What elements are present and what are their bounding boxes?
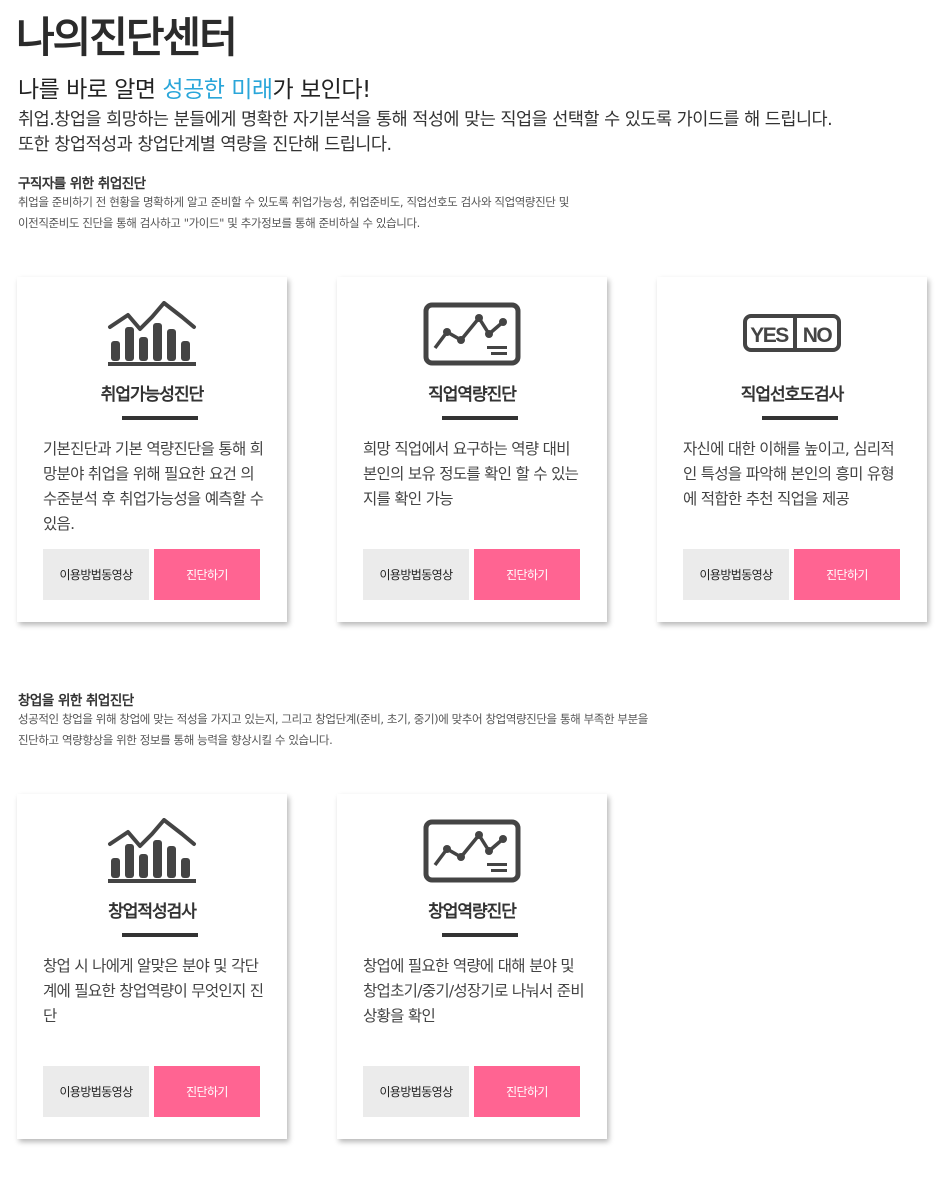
svg-text:NO: NO <box>803 324 833 347</box>
card-startup-aptitude: 창업적성검사 창업 시 나에게 알맞은 분야 및 각단계에 필요한 창업역량이 … <box>17 794 287 1139</box>
title-divider <box>442 416 518 420</box>
intro-line-1: 취업.창업을 희망하는 분들에게 명확한 자기분석을 통해 적성에 맞는 직업을… <box>18 110 833 130</box>
section-desc-line-2: 이전직준비도 진단을 통해 검사하고 "가이드" 및 추가정보를 통해 준비하실… <box>18 216 420 230</box>
card-job-preference: YES NO 직업선호도검사 자신에 대한 이해를 높이고, 심리적인 특성을 … <box>657 277 927 622</box>
card-description: 창업 시 나에게 알맞은 분야 및 각단계에 필요한 창업역량이 무엇인지 진 … <box>43 957 264 1025</box>
title-divider <box>442 933 518 937</box>
intro-text: 취업.창업을 희망하는 분들에게 명확한 자기분석을 통해 적성에 맞는 직업을… <box>18 108 833 158</box>
card-title: 창업역량진단 <box>428 902 517 922</box>
card-title: 취업가능성진단 <box>100 385 204 405</box>
line-chart-icon <box>337 816 607 886</box>
start-diagnosis-button[interactable]: 진단하기 <box>154 549 260 600</box>
usage-video-button[interactable]: 이용방법동영상 <box>43 1066 149 1117</box>
card-description: 기본진단과 기본 역량진단을 통해 희망분야 취업을 위해 필요한 요건 의수준… <box>43 440 264 533</box>
page-title: 나의진단센터 <box>16 13 238 62</box>
yes-no-icon: YES NO <box>657 299 927 369</box>
title-divider <box>762 416 838 420</box>
section-desc-line-1: 취업을 준비하기 전 현황을 명확하게 알고 준비할 수 있도록 취업가능성, … <box>18 195 569 209</box>
card-description: 희망 직업에서 요구하는 역량 대비 본인의 보유 정도를 확인 할 수 있는지… <box>363 440 579 508</box>
section-desc-job: 취업을 준비하기 전 현황을 명확하게 알고 준비할 수 있도록 취업가능성, … <box>18 192 569 234</box>
section-desc-line-2: 진단하고 역량향상을 위한 정보를 통해 능력을 향상시킬 수 있습니다. <box>18 733 333 747</box>
start-diagnosis-button[interactable]: 진단하기 <box>154 1066 260 1117</box>
card-description: 자신에 대한 이해를 높이고, 심리적인 특성을 파악해 본인의 흥미 유형에 … <box>683 440 895 508</box>
usage-video-button[interactable]: 이용방법동영상 <box>43 549 149 600</box>
card-title: 창업적성검사 <box>108 902 197 922</box>
title-divider <box>122 416 198 420</box>
card-employment-possibility: 취업가능성진단 기본진단과 기본 역량진단을 통해 희망분야 취업을 위해 필요… <box>17 277 287 622</box>
section-title-startup: 창업을 위한 취업진단 <box>18 693 134 709</box>
title-divider <box>122 933 198 937</box>
headline-pre: 나를 바로 알면 <box>18 77 163 103</box>
usage-video-button[interactable]: 이용방법동영상 <box>683 549 789 600</box>
section-title-job: 구직자를 위한 취업진단 <box>18 176 146 192</box>
card-title: 직업역량진단 <box>428 385 517 405</box>
headline: 나를 바로 알면 성공한 미래가 보인다! <box>18 70 371 104</box>
start-diagnosis-button[interactable]: 진단하기 <box>794 549 900 600</box>
section-desc-line-1: 성공적인 창업을 위해 창업에 맞는 적성을 가지고 있는지, 그리고 창업단계… <box>18 712 648 726</box>
card-job-competency: 직업역량진단 희망 직업에서 요구하는 역량 대비 본인의 보유 정도를 확인 … <box>337 277 607 622</box>
usage-video-button[interactable]: 이용방법동영상 <box>363 1066 469 1117</box>
svg-text:YES: YES <box>750 324 789 347</box>
headline-accent: 성공한 미래 <box>162 77 273 103</box>
start-diagnosis-button[interactable]: 진단하기 <box>474 1066 580 1117</box>
card-description: 창업에 필요한 역량에 대해 분야 및 창업초기/중기/성장기로 나눠서 준비 … <box>363 957 585 1025</box>
usage-video-button[interactable]: 이용방법동영상 <box>363 549 469 600</box>
bar-chart-icon <box>17 299 287 369</box>
section-desc-startup: 성공적인 창업을 위해 창업에 맞는 적성을 가지고 있는지, 그리고 창업단계… <box>18 709 648 751</box>
card-title: 직업선호도검사 <box>740 385 844 405</box>
card-startup-competency: 창업역량진단 창업에 필요한 역량에 대해 분야 및 창업초기/중기/성장기로 … <box>337 794 607 1139</box>
line-chart-icon <box>337 299 607 369</box>
start-diagnosis-button[interactable]: 진단하기 <box>474 549 580 600</box>
headline-post: 가 보인다! <box>272 77 372 103</box>
intro-line-2: 또한 창업적성과 창업단계별 역량을 진단해 드립니다. <box>18 135 392 155</box>
bar-chart-icon <box>17 816 287 886</box>
